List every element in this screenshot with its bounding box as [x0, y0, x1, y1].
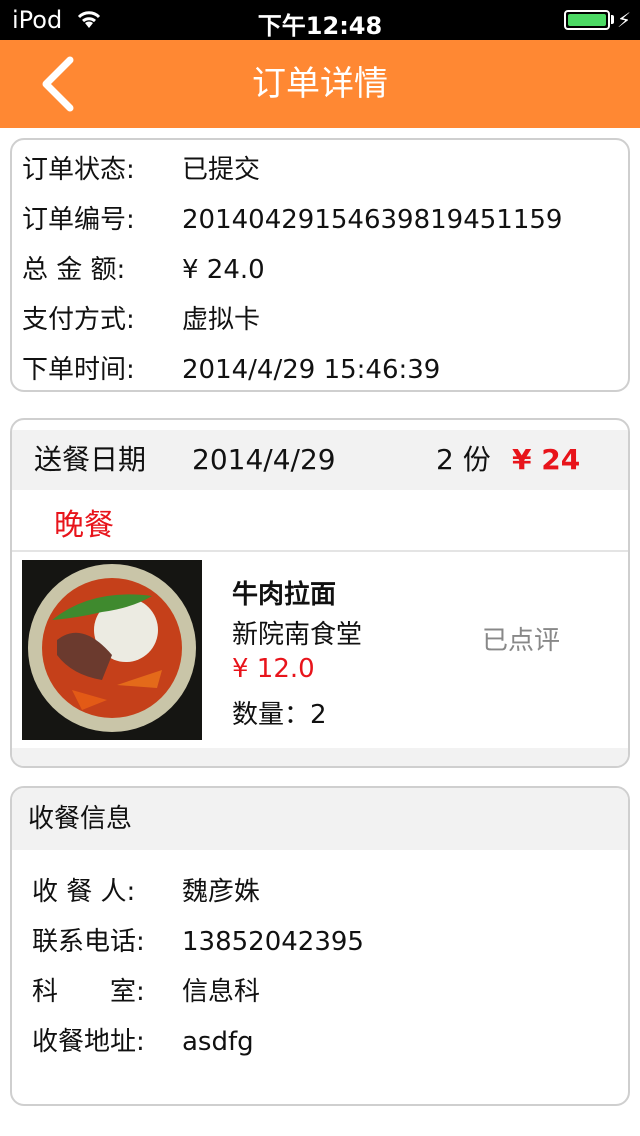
order-number-label: 订单编号:	[22, 205, 135, 235]
receiver-name-value: 魏彦姝	[182, 877, 261, 907]
receiver-phone-value: 13852042395	[182, 927, 364, 957]
chevron-left-icon[interactable]	[30, 50, 90, 118]
delivery-date-value: 2014/4/29	[192, 443, 336, 476]
food-image[interactable]	[22, 560, 202, 740]
order-time-value: 2014/4/29 15:46:39	[182, 355, 441, 385]
order-info-card: 订单状态: 已提交 订单编号: 20140429154639819451159 …	[10, 138, 630, 392]
charging-icon: ⚡	[617, 8, 632, 32]
order-amount-label: 总 金 额:	[22, 255, 126, 285]
order-amount-value: ¥ 24.0	[182, 255, 265, 285]
receiver-info-card: 收餐信息 收 餐 人: 魏彦姝 联系电话: 13852042395 科 室: 信…	[10, 786, 630, 1106]
status-bar: iPod 下午12:48 ⚡	[0, 0, 640, 40]
meal-total: ¥ 24	[512, 443, 581, 476]
payment-method-value: 虚拟卡	[182, 305, 261, 335]
order-number-value: 20140429154639819451159	[182, 205, 563, 235]
meal-header: 送餐日期 2014/4/29 2 份 ¥ 24	[12, 430, 628, 490]
food-name: 牛肉拉面	[232, 580, 337, 610]
status-time: 下午12:48	[257, 12, 383, 40]
food-price: ¥ 12.0	[232, 654, 315, 684]
divider	[12, 550, 628, 552]
meal-footer	[12, 748, 628, 766]
meal-card: 送餐日期 2014/4/29 2 份 ¥ 24 晚餐 牛肉拉面 新院南食堂 ¥ …	[10, 418, 630, 768]
battery-tip	[611, 15, 614, 24]
receiver-dept-value: 信息科	[182, 977, 261, 1007]
canteen-name: 新院南食堂	[232, 620, 363, 650]
delivery-date-label: 送餐日期	[34, 443, 147, 476]
meal-type: 晚餐	[54, 508, 114, 543]
battery-icon	[564, 10, 610, 30]
order-status-label: 订单状态:	[22, 155, 135, 185]
review-status: 已点评	[482, 626, 561, 656]
food-quantity: 数量：2	[232, 700, 327, 730]
receiver-header: 收餐信息	[12, 788, 628, 850]
receiver-address-label: 收餐地址:	[32, 1027, 145, 1057]
payment-method-label: 支付方式:	[22, 305, 135, 335]
portion-count: 2 份	[436, 443, 491, 476]
receiver-phone-label: 联系电话:	[32, 927, 145, 957]
nav-bar: 订单详情	[0, 40, 640, 128]
receiver-dept-label: 科 室:	[32, 977, 145, 1007]
order-status-value: 已提交	[182, 155, 261, 185]
order-time-label: 下单时间:	[22, 355, 135, 385]
receiver-address-value: asdfg	[182, 1027, 254, 1057]
page-title: 订单详情	[252, 64, 388, 104]
receiver-name-label: 收 餐 人:	[32, 877, 136, 907]
